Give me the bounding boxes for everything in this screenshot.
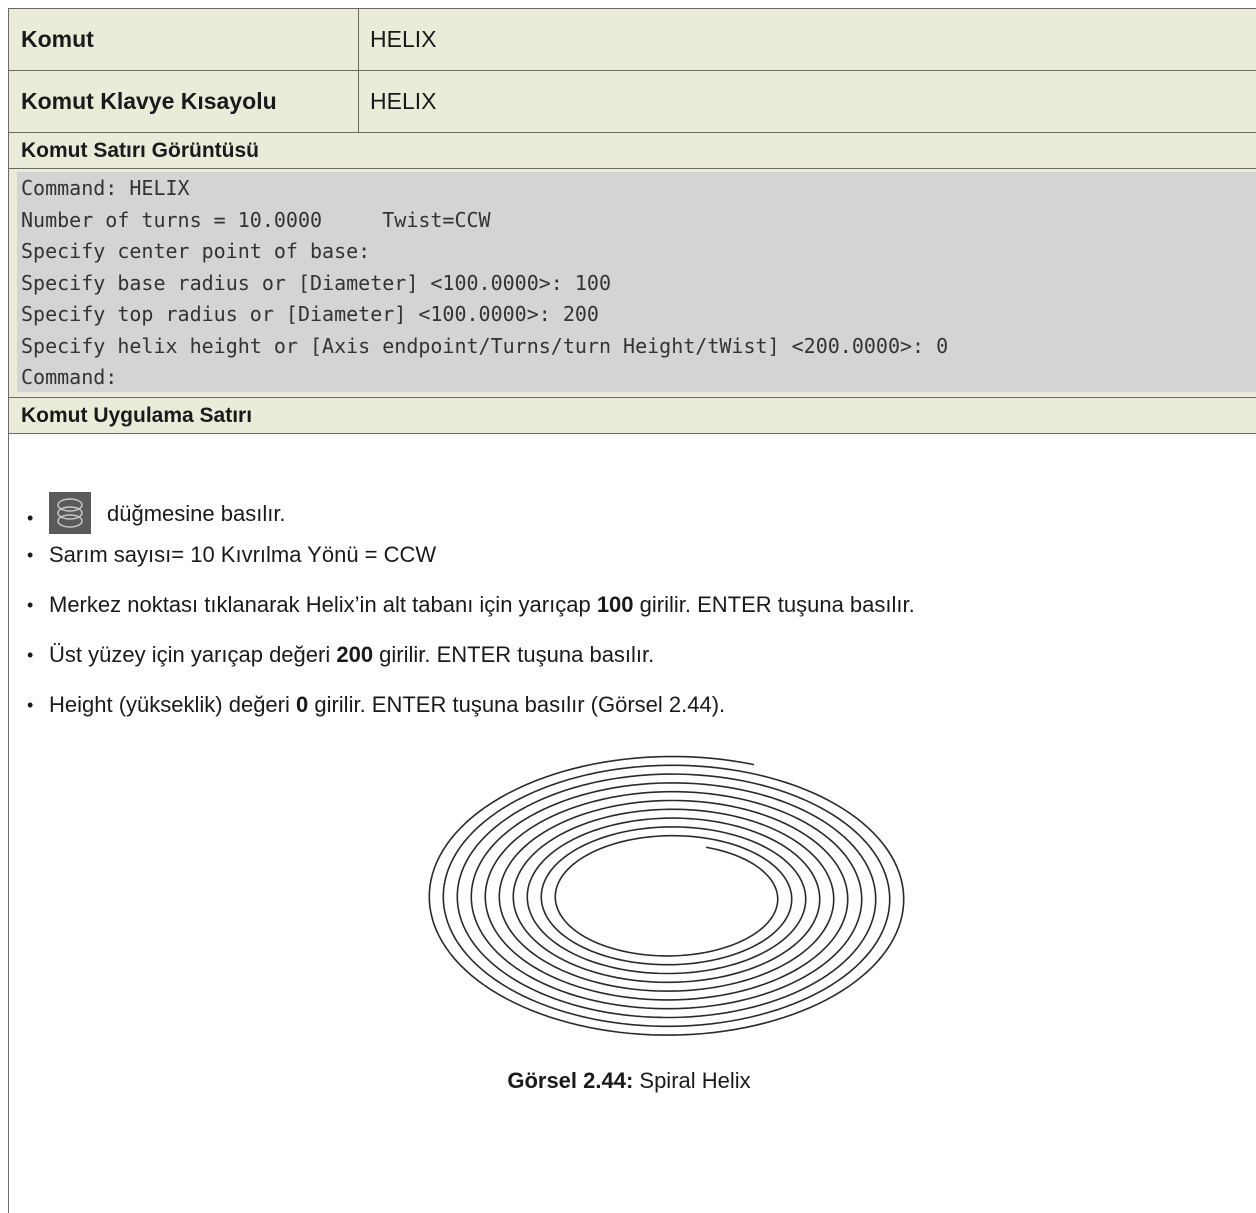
apply-section: • düğmesine basılır. • Sarım sayısı= 10 … (9, 434, 1256, 1194)
cmdline-line: Command: HELIX (21, 176, 190, 200)
cmdline-line: Specify top radius or [Diameter] <100.00… (21, 302, 599, 326)
step-text: düğmesine basılır. (107, 501, 286, 526)
caption-text: Spiral Helix (633, 1068, 751, 1093)
shortcut-label: Komut Klavye Kısayolu (9, 71, 359, 132)
step-value: 0 (295, 692, 309, 717)
step-text: Üst yüzey için yarıçap değeri (49, 642, 337, 667)
list-item: • Height (yükseklik) değeri 0 girilir. E… (9, 692, 1249, 718)
command-table: Komut HELIX Komut Klavye Kısayolu HELIX … (8, 8, 1256, 1213)
step-value: 200 (336, 642, 374, 667)
cmdline-line: Specify helix height or [Axis endpoint/T… (21, 333, 949, 358)
helix-icon[interactable] (49, 492, 91, 535)
spiral-helix-drawing (428, 755, 905, 1036)
cmdline-line: Specify base radius or [Diameter] <100.0… (21, 270, 612, 295)
step-text: girilir. ENTER tuşuna basılır. (633, 592, 915, 617)
list-item: • Sarım sayısı= 10 Kıvrılma Yönü = CCW (9, 542, 1249, 568)
cmdline-line: Command: (21, 365, 118, 389)
command-row: Komut HELIX (9, 9, 1256, 71)
spiral-helix-figure (421, 752, 921, 1047)
step-text: girilir. ENTER tuşuna basılır (Görsel 2.… (308, 692, 726, 717)
bullet: • (27, 695, 34, 715)
shortcut-value: HELIX (370, 88, 437, 114)
bullet: • (27, 595, 34, 615)
command-value: HELIX (370, 26, 437, 52)
step-text: girilir. ENTER tuşuna basılır. (373, 642, 655, 667)
spiral-path (428, 755, 905, 1036)
bullet: • (27, 508, 34, 528)
list-item: • Üst yüzey için yarıçap değeri 200 giri… (9, 642, 1249, 668)
bullet: • (27, 545, 34, 565)
step-text: Height (yükseklik) değeri (49, 692, 296, 717)
step-value: 100 (596, 592, 634, 617)
caption-label: Görsel 2.44: (507, 1068, 634, 1093)
command-label: Komut (9, 9, 359, 70)
apply-header: Komut Uygulama Satırı (9, 398, 1256, 434)
cmdline-line: Number of turns = 10.0000 Twist=CCW (21, 207, 491, 232)
steps-list: • düğmesine basılır. • Sarım sayısı= 10 … (9, 492, 1249, 742)
step-text: Sarım sayısı= 10 Kıvrılma Yönü = CCW (49, 542, 437, 567)
shortcut-row: Komut Klavye Kısayolu HELIX (9, 71, 1256, 133)
list-item: • düğmesine basılır. (9, 492, 1249, 536)
cmdline-section: Command: HELIX Number of turns = 10.0000… (9, 169, 1256, 398)
cmdline-line: Specify center point of base: (21, 239, 371, 263)
figure-caption: Görsel 2.44: Spiral Helix (9, 1068, 1249, 1094)
list-item: • Merkez noktası tıklanarak Helix’in alt… (9, 592, 1249, 618)
step-text: Merkez noktası tıklanarak Helix’in alt t… (49, 592, 597, 617)
command-line-screenshot: Command: HELIX Number of turns = 10.0000… (17, 172, 1256, 392)
bullet: • (27, 645, 34, 665)
cmdline-header: Komut Satırı Görüntüsü (9, 133, 1256, 169)
